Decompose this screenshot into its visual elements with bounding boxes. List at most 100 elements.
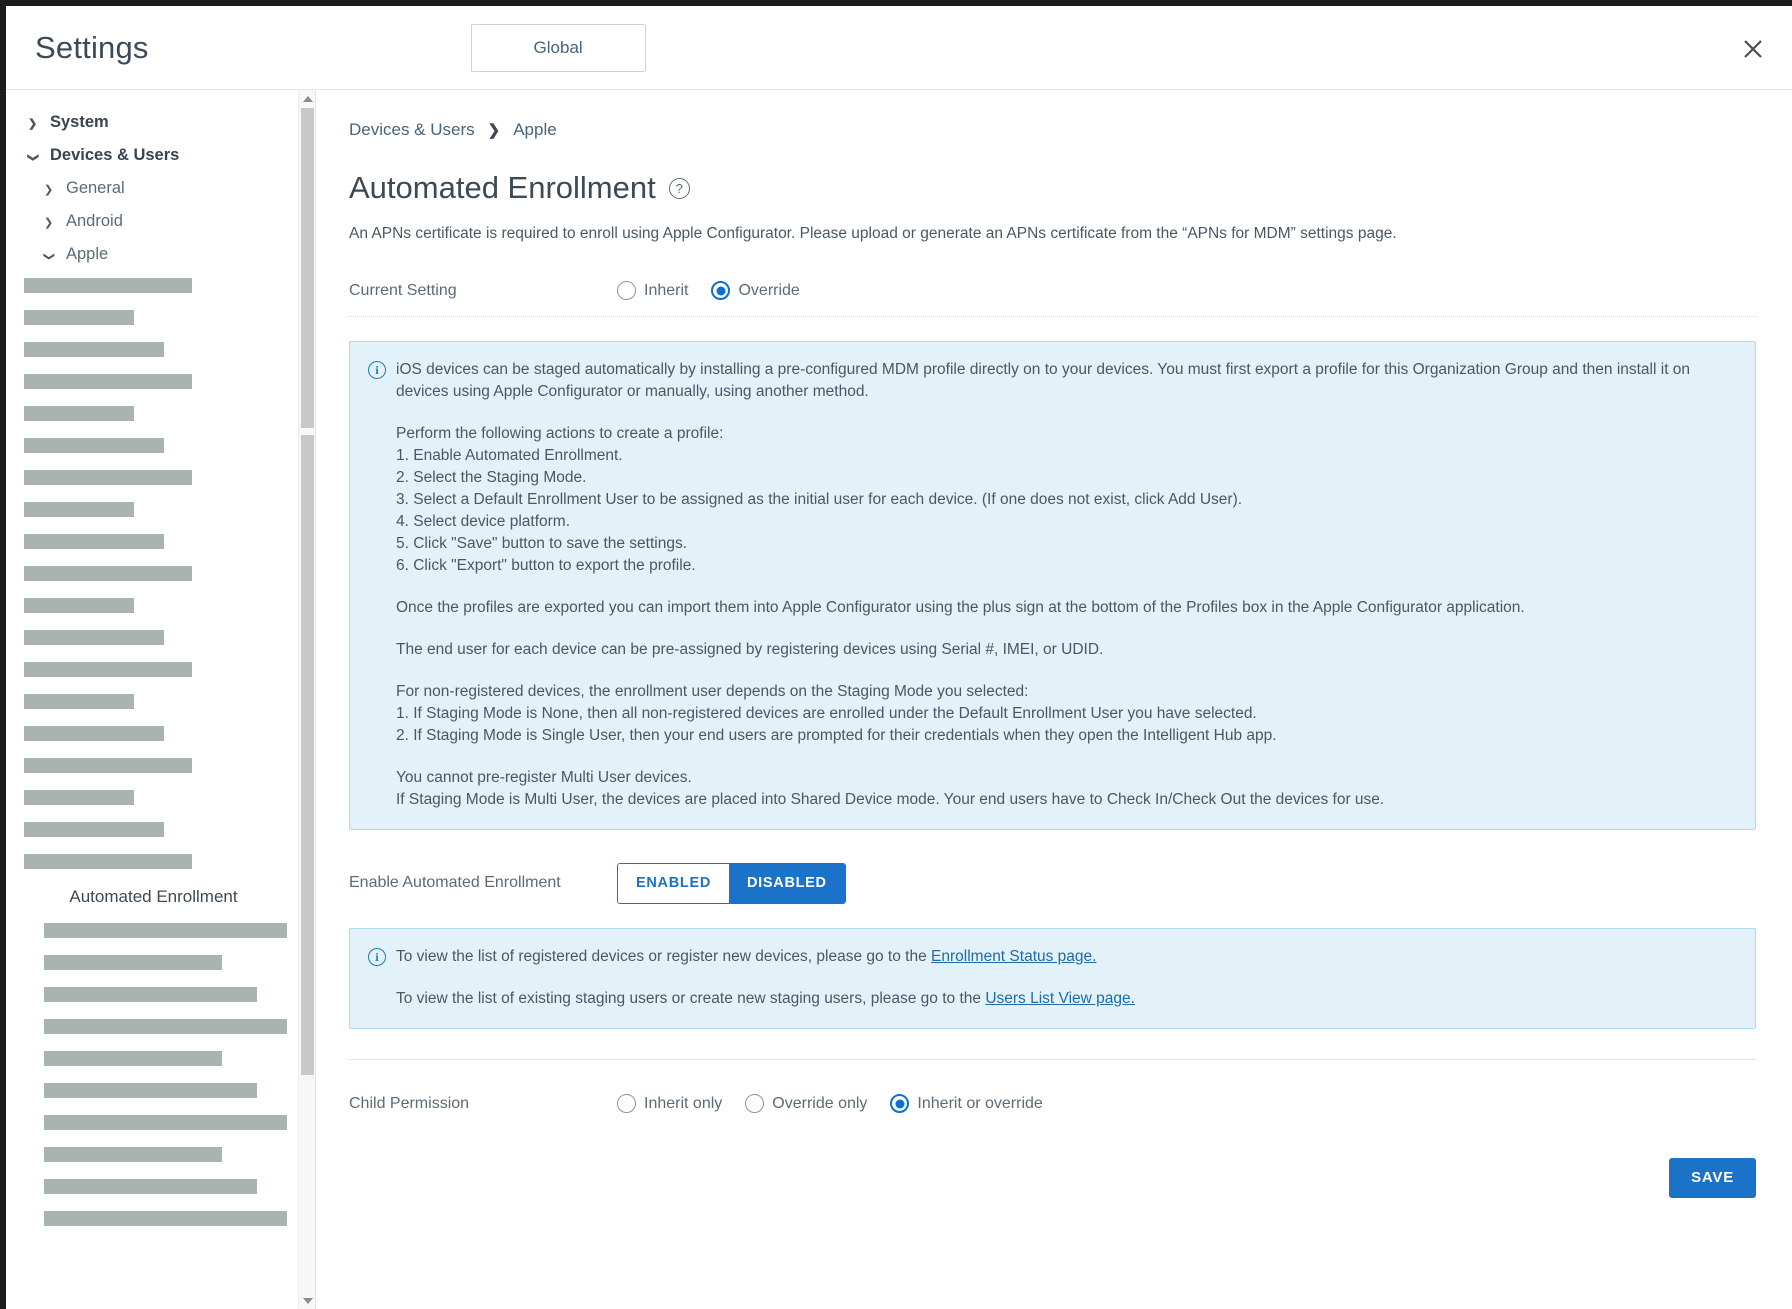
- sidebar-redacted-item[interactable]: [24, 790, 134, 805]
- radio-override-only[interactable]: Override only: [745, 1094, 867, 1114]
- info-paragraph: The end user for each device can be pre-…: [396, 640, 1104, 658]
- enable-automated-enrollment-label: Enable Automated Enrollment: [349, 874, 561, 892]
- sidebar-item-system[interactable]: System: [6, 106, 315, 139]
- divider: [349, 315, 1756, 317]
- info-step: 6. Click "Export" button to export the p…: [396, 556, 696, 574]
- sidebar-item-label: Devices & Users: [50, 146, 180, 164]
- sidebar-redacted-item[interactable]: [44, 923, 287, 938]
- sidebar-item-label: Apple: [66, 245, 109, 263]
- info-multiuser-line: You cannot pre-register Multi User devic…: [396, 768, 692, 786]
- action-bar: SAVE: [349, 1157, 1756, 1198]
- sidebar-redacted-item[interactable]: [24, 534, 164, 549]
- sidebar-redacted-item[interactable]: [24, 662, 192, 677]
- info-icon: i: [368, 947, 386, 966]
- sidebar-redacted-item[interactable]: [24, 374, 192, 389]
- content-page-title: Automated Enrollment: [349, 170, 656, 205]
- info-staging-item: 1. If Staging Mode is None, then all non…: [396, 704, 1257, 722]
- save-button[interactable]: SAVE: [1669, 1157, 1756, 1198]
- sidebar-scrollbar[interactable]: [298, 90, 315, 1309]
- radio-inherit-or-override[interactable]: Inherit or override: [890, 1094, 1043, 1114]
- organization-group-label: Global: [533, 37, 583, 57]
- sidebar-redacted-item[interactable]: [24, 438, 164, 453]
- enable-automated-enrollment-toggle[interactable]: ENABLED DISABLED: [617, 862, 846, 904]
- sidebar-redacted-item[interactable]: [44, 1019, 287, 1034]
- modal-body: System Devices & Users General Android A…: [6, 89, 1792, 1309]
- toggle-enabled-button[interactable]: ENABLED: [618, 863, 729, 903]
- modal-header: Settings Global: [6, 6, 1792, 89]
- settings-main-content: Devices & Users ❯ Apple Automated Enroll…: [316, 90, 1792, 1309]
- chevron-right-icon: [28, 116, 44, 130]
- radio-label: Override: [738, 281, 800, 299]
- help-icon[interactable]: ?: [668, 177, 690, 199]
- sidebar-redacted-item[interactable]: [44, 1083, 257, 1098]
- sidebar-redacted-item[interactable]: [44, 1051, 222, 1066]
- breadcrumb-current[interactable]: Apple: [513, 120, 556, 140]
- sidebar-redacted-item[interactable]: [24, 726, 164, 741]
- sidebar-redacted-item[interactable]: [24, 822, 164, 837]
- scroll-up-arrow[interactable]: [299, 90, 315, 107]
- info-link-prefix: To view the list of existing staging use…: [396, 989, 986, 1007]
- sidebar-redacted-item[interactable]: [24, 278, 192, 293]
- current-setting-radio-group: Inherit Override: [617, 281, 823, 301]
- info-link-line: To view the list of registered devices o…: [396, 946, 1735, 968]
- radio-label: Inherit only: [644, 1094, 723, 1112]
- sidebar-item-devices-and-users[interactable]: Devices & Users: [6, 139, 315, 172]
- chevron-right-icon: ❯: [487, 122, 501, 139]
- page-description: An APNs certificate is required to enrol…: [349, 225, 1397, 242]
- sidebar-redacted-item[interactable]: [24, 470, 192, 485]
- radio-inherit[interactable]: Inherit: [617, 281, 689, 301]
- info-links-content: To view the list of registered devices o…: [396, 946, 1735, 1010]
- sidebar-redacted-item[interactable]: [44, 1115, 287, 1130]
- sidebar-redacted-item[interactable]: [24, 854, 192, 869]
- info-step: 5. Click "Save" button to save the setti…: [396, 534, 688, 552]
- sidebar-item-apple[interactable]: Apple: [6, 238, 315, 271]
- current-setting-row: Current Setting Inherit Override: [349, 275, 1756, 307]
- sidebar-redacted-item[interactable]: [24, 566, 192, 581]
- sidebar-redacted-subitems: [6, 923, 315, 1226]
- child-permission-row: Child Permission Inherit only Override o…: [349, 1088, 1756, 1120]
- close-icon[interactable]: [1736, 32, 1770, 66]
- sidebar-redacted-item[interactable]: [24, 598, 134, 613]
- scrollbar-thumb[interactable]: [301, 108, 314, 428]
- radio-inherit-only[interactable]: Inherit only: [617, 1094, 723, 1114]
- radio-override[interactable]: Override: [711, 281, 800, 301]
- toggle-disabled-button[interactable]: DISABLED: [729, 863, 845, 903]
- divider: [349, 1058, 1756, 1060]
- content-title-row: Automated Enrollment ?: [349, 170, 1756, 206]
- sidebar-item-label: General: [66, 179, 125, 197]
- sidebar-redacted-items: [6, 278, 315, 869]
- sidebar-redacted-item[interactable]: [44, 1147, 222, 1162]
- scrollbar-thumb[interactable]: [301, 435, 314, 1075]
- sidebar-redacted-item[interactable]: [44, 987, 257, 1002]
- sidebar-redacted-item[interactable]: [24, 310, 134, 325]
- sidebar-redacted-item[interactable]: [24, 694, 134, 709]
- sidebar-redacted-item[interactable]: [44, 955, 222, 970]
- users-list-view-page-link[interactable]: Users List View page.: [985, 990, 1135, 1007]
- organization-group-button[interactable]: Global: [470, 23, 646, 72]
- chevron-right-icon: [44, 182, 60, 196]
- info-paragraph: Once the profiles are exported you can i…: [396, 598, 1525, 616]
- radio-label: Inherit: [644, 281, 689, 299]
- info-staging-intro: For non-registered devices, the enrollme…: [396, 682, 1029, 700]
- sidebar-redacted-item[interactable]: [24, 502, 134, 517]
- sidebar-item-label: System: [50, 113, 109, 131]
- child-permission-label: Child Permission: [349, 1094, 470, 1112]
- sidebar-item-label: Android: [66, 212, 123, 230]
- breadcrumb-parent[interactable]: Devices & Users: [349, 120, 475, 140]
- sidebar-redacted-item[interactable]: [44, 1179, 257, 1194]
- info-step: 3. Select a Default Enrollment User to b…: [396, 490, 1243, 508]
- radio-dot: [890, 1094, 910, 1114]
- sidebar-item-automated-enrollment[interactable]: Automated Enrollment: [6, 887, 315, 907]
- page-title: Settings: [35, 29, 149, 65]
- enrollment-status-page-link[interactable]: Enrollment Status page.: [931, 948, 1096, 965]
- info-staging-item: 2. If Staging Mode is Single User, then …: [396, 726, 1277, 744]
- sidebar-redacted-item[interactable]: [44, 1211, 287, 1226]
- info-panel-links: i To view the list of registered devices…: [349, 927, 1756, 1029]
- scroll-down-arrow[interactable]: [299, 1292, 315, 1309]
- sidebar-item-android[interactable]: Android: [6, 205, 315, 238]
- sidebar-redacted-item[interactable]: [24, 406, 134, 421]
- sidebar-redacted-item[interactable]: [24, 630, 164, 645]
- sidebar-redacted-item[interactable]: [24, 758, 192, 773]
- sidebar-redacted-item[interactable]: [24, 342, 164, 357]
- sidebar-item-general[interactable]: General: [6, 172, 315, 205]
